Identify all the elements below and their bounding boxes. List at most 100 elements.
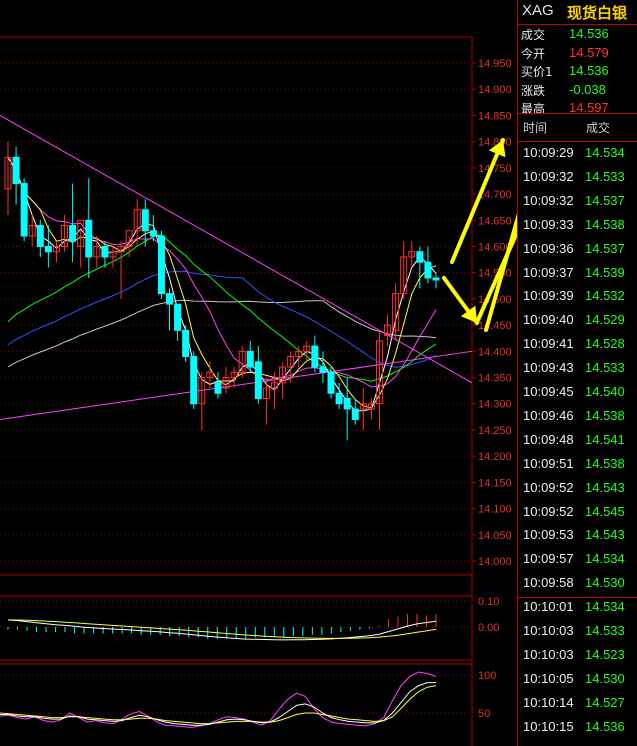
arrow-to-level-head [460,305,477,323]
candle-body [44,245,52,253]
candle-body [424,261,432,279]
trade-price: 14.538 [585,216,625,232]
y-tick-label: 14.450 [478,320,512,332]
trade-time: 10:10:01 [523,599,574,615]
trade-price: 14.537 [585,240,625,256]
trade-row: 10:10:05 14.530 [518,668,637,691]
candle-body [85,219,93,258]
candle-body [254,361,262,399]
candle-body [246,350,254,368]
quote-value: -0.038 [569,81,606,97]
quote-label: 成交 [521,28,546,42]
candle-body [166,293,174,305]
quote-row: 成交 14.536 [518,26,637,43]
trade-price: 14.533 [585,623,625,638]
trade-price: 14.529 [585,312,625,328]
symbol-name: 现货白银 [567,4,628,22]
quote-label: 今开 [521,46,546,61]
trade-time: 10:09:37 [523,264,574,280]
trade-row: 10:09:58 14.530 [518,572,637,595]
trade-separator [518,597,637,598]
trade-price: 14.523 [585,646,625,662]
trade-time: 10:09:46 [523,407,574,423]
trade-row: 10:09:32 14.533 [518,166,637,189]
y-tick-label: 14.400 [478,346,512,358]
trade-time: 10:09:45 [523,384,574,399]
trade-price: 14.541 [585,431,625,447]
trade-row: 10:09:41 14.528 [518,333,637,356]
quote-label: 买价1 [521,65,553,79]
y-tick-label: 14.350 [478,373,512,385]
trade-time: 10:09:36 [523,240,574,256]
candle-body [335,392,343,405]
price-chart: 14.95014.90014.85014.80014.75014.70014.6… [0,36,517,746]
kdj-line [0,671,437,728]
kdj-tick-label: 100 [478,670,496,682]
macd-panel: 0.10 0.00 [0,595,499,661]
trade-time: 10:09:52 [523,479,574,495]
candle-body [190,356,198,405]
macd-tick-label: 0.10 [478,596,499,608]
trade-price: 14.536 [585,718,625,734]
quote-row: 买价1 14.536 [518,63,637,80]
quote-row: 涨跌 -0.038 [518,82,637,99]
y-tick-label: 14.000 [478,556,512,568]
quote-title: XAG 现货白银 [518,0,637,25]
candle-body [12,156,20,185]
trade-time: 10:10:03 [523,623,574,638]
y-tick-label: 14.950 [478,58,512,70]
trade-row: 10:09:57 14.534 [518,548,637,571]
quote-value: 14.536 [569,63,609,78]
trade-row: 10:10:03 14.533 [518,620,637,643]
trade-time: 10:10:05 [523,670,574,686]
y-tick-label: 14.050 [478,530,512,542]
trade-price: 14.534 [585,145,625,160]
quote-row: 今开 14.579 [518,45,637,62]
trade-time: 10:09:39 [523,288,574,304]
trade-time: 10:09:57 [523,551,574,567]
trade-time: 10:09:51 [523,455,574,471]
trade-row: 10:10:01 14.534 [518,596,637,619]
trade-time: 10:09:48 [523,431,574,447]
candle-body [416,251,424,263]
candle-body [149,230,157,237]
candle-body [311,345,319,368]
trade-row: 10:09:51 14.538 [518,453,637,476]
candle-body [36,225,44,247]
trade-row: 10:09:39 14.532 [518,285,637,308]
trade-price: 14.537 [585,192,625,208]
trade-price: 14.534 [585,551,625,567]
trade-row: 10:09:48 14.541 [518,429,637,452]
candle-body [101,245,109,258]
trade-header: 时间 成交 [518,113,637,142]
trade-row: 10:10:03 14.523 [518,644,637,667]
downtrend-line [0,114,473,384]
candle-body [69,225,77,242]
trade-price: 14.543 [585,479,625,495]
trade-price: 14.532 [585,288,625,304]
trade-price: 14.533 [585,360,625,376]
chart-grid [0,36,473,746]
trade-price: 14.530 [585,575,625,591]
trade-price: 14.540 [585,384,625,399]
quote-value: 14.579 [569,44,609,60]
quote-value: 14.536 [569,26,609,41]
trade-time: 10:10:03 [523,646,574,662]
trade-row: 10:10:14 14.527 [518,692,637,715]
trade-time: 10:09:29 [523,145,574,160]
trade-row: 10:10:15 14.536 [518,716,637,739]
trade-time: 10:09:32 [523,168,574,184]
kdj-panel: 100 50 [0,663,496,728]
trade-price: 14.538 [585,455,625,471]
trade-row: 10:09:29 14.534 [518,142,637,165]
ma-line-blue [7,270,437,368]
trade-price: 14.527 [585,694,625,710]
trade-row: 10:09:43 14.533 [518,357,637,380]
trade-time: 10:09:33 [523,216,574,232]
trade-time: 10:10:14 [523,694,574,710]
trade-row: 10:09:46 14.538 [518,405,637,428]
trade-price: 14.543 [585,527,625,543]
trade-price: 14.539 [585,264,625,280]
trade-row: 10:09:37 14.539 [518,262,637,285]
candle-body [174,303,182,331]
